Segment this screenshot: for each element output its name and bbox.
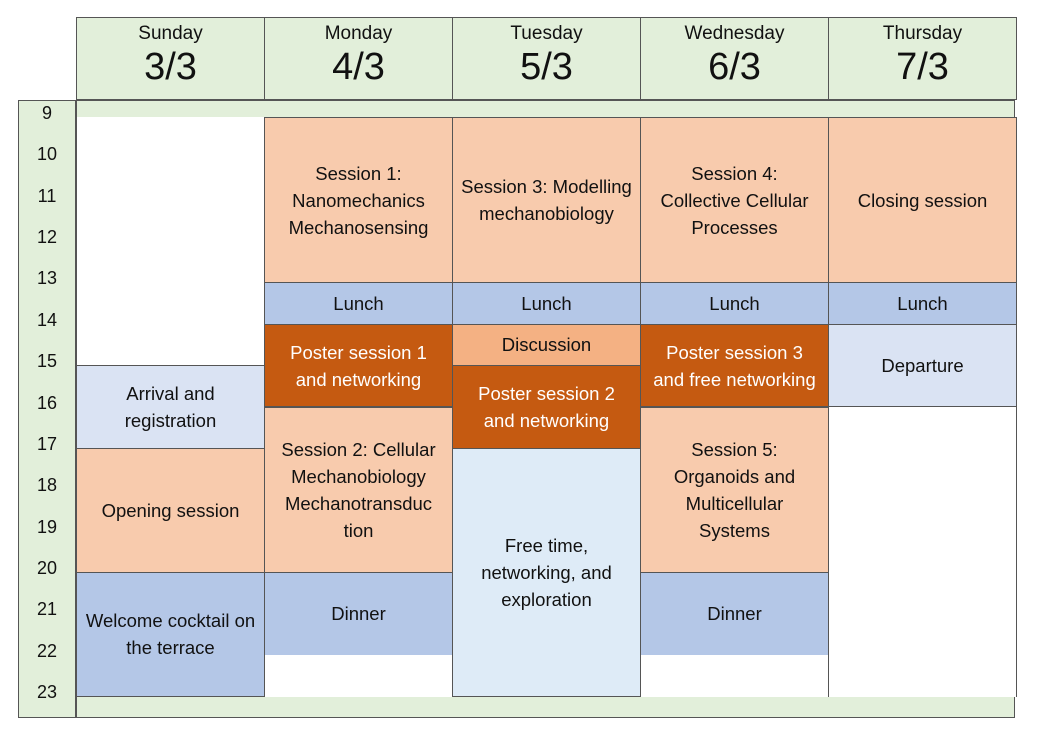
empty-slot <box>828 406 1017 697</box>
event-block: Session 5: Organoids and Multicellular S… <box>640 406 829 573</box>
event-block: Closing session <box>828 117 1017 284</box>
event-block: Dinner <box>264 571 453 656</box>
hour-label: 9 <box>41 103 52 123</box>
event-block: Session 2: Cellular Mechanobiology Mecha… <box>264 406 453 573</box>
hour-label: 13 <box>36 268 58 289</box>
event-block: Lunch <box>264 282 453 325</box>
hour-label: 15 <box>36 351 58 372</box>
day-header: Monday 4/3 <box>264 17 453 100</box>
hour-label: 17 <box>36 433 58 454</box>
event-block: Opening session <box>76 447 265 573</box>
hour-label: 10 <box>36 144 58 165</box>
day-name: Monday <box>324 23 393 44</box>
event-block: Discussion <box>452 323 641 367</box>
hour-label: 20 <box>36 557 58 578</box>
day-date: 7/3 <box>896 46 949 88</box>
hour-label: 21 <box>36 599 58 620</box>
event-block: Dinner <box>640 571 829 656</box>
hour-label: 16 <box>36 392 58 413</box>
day-date: 4/3 <box>332 46 385 88</box>
day-date: 6/3 <box>708 46 761 88</box>
day-name: Thursday <box>882 23 963 44</box>
day-header: Sunday 3/3 <box>76 17 265 100</box>
event-block: Free time, networking, and exploration <box>452 447 641 697</box>
day-header: Wednesday 6/3 <box>640 17 829 100</box>
day-name: Sunday <box>138 23 203 44</box>
hour-label: 23 <box>36 682 58 702</box>
hour-label: 18 <box>36 475 58 496</box>
event-block: Welcome cocktail on the terrace <box>76 571 265 697</box>
day-header: Tuesday 5/3 <box>452 17 641 100</box>
day-name: Wednesday <box>684 23 785 44</box>
event-block: Lunch <box>828 282 1017 325</box>
hour-label: 22 <box>36 640 58 661</box>
empty-slot <box>640 654 829 697</box>
event-block: Poster session 3 and free networking <box>640 323 829 408</box>
day-date: 3/3 <box>144 46 197 88</box>
empty-slot <box>264 654 453 697</box>
day-header: Thursday 7/3 <box>828 17 1017 100</box>
event-block: Departure <box>828 323 1017 408</box>
event-block: Session 1: Nanomechanics Mechanosensing <box>264 117 453 284</box>
top-band <box>76 100 1015 118</box>
event-block: Poster session 1 and networking <box>264 323 453 408</box>
bottom-band <box>76 696 1015 718</box>
event-block: Arrival and registration <box>76 365 265 449</box>
event-block: Lunch <box>640 282 829 325</box>
event-block: Poster session 2 and networking <box>452 365 641 449</box>
event-block: Session 3: Modelling mechanobiology <box>452 117 641 284</box>
empty-slot <box>76 117 265 367</box>
day-date: 5/3 <box>520 46 573 88</box>
hour-label: 19 <box>36 516 58 537</box>
hour-label: 11 <box>37 185 57 206</box>
event-block: Session 4: Collective Cellular Processes <box>640 117 829 284</box>
day-name: Tuesday <box>510 23 583 44</box>
event-block: Lunch <box>452 282 641 325</box>
hour-label: 12 <box>36 227 58 248</box>
hour-label: 14 <box>36 309 58 330</box>
